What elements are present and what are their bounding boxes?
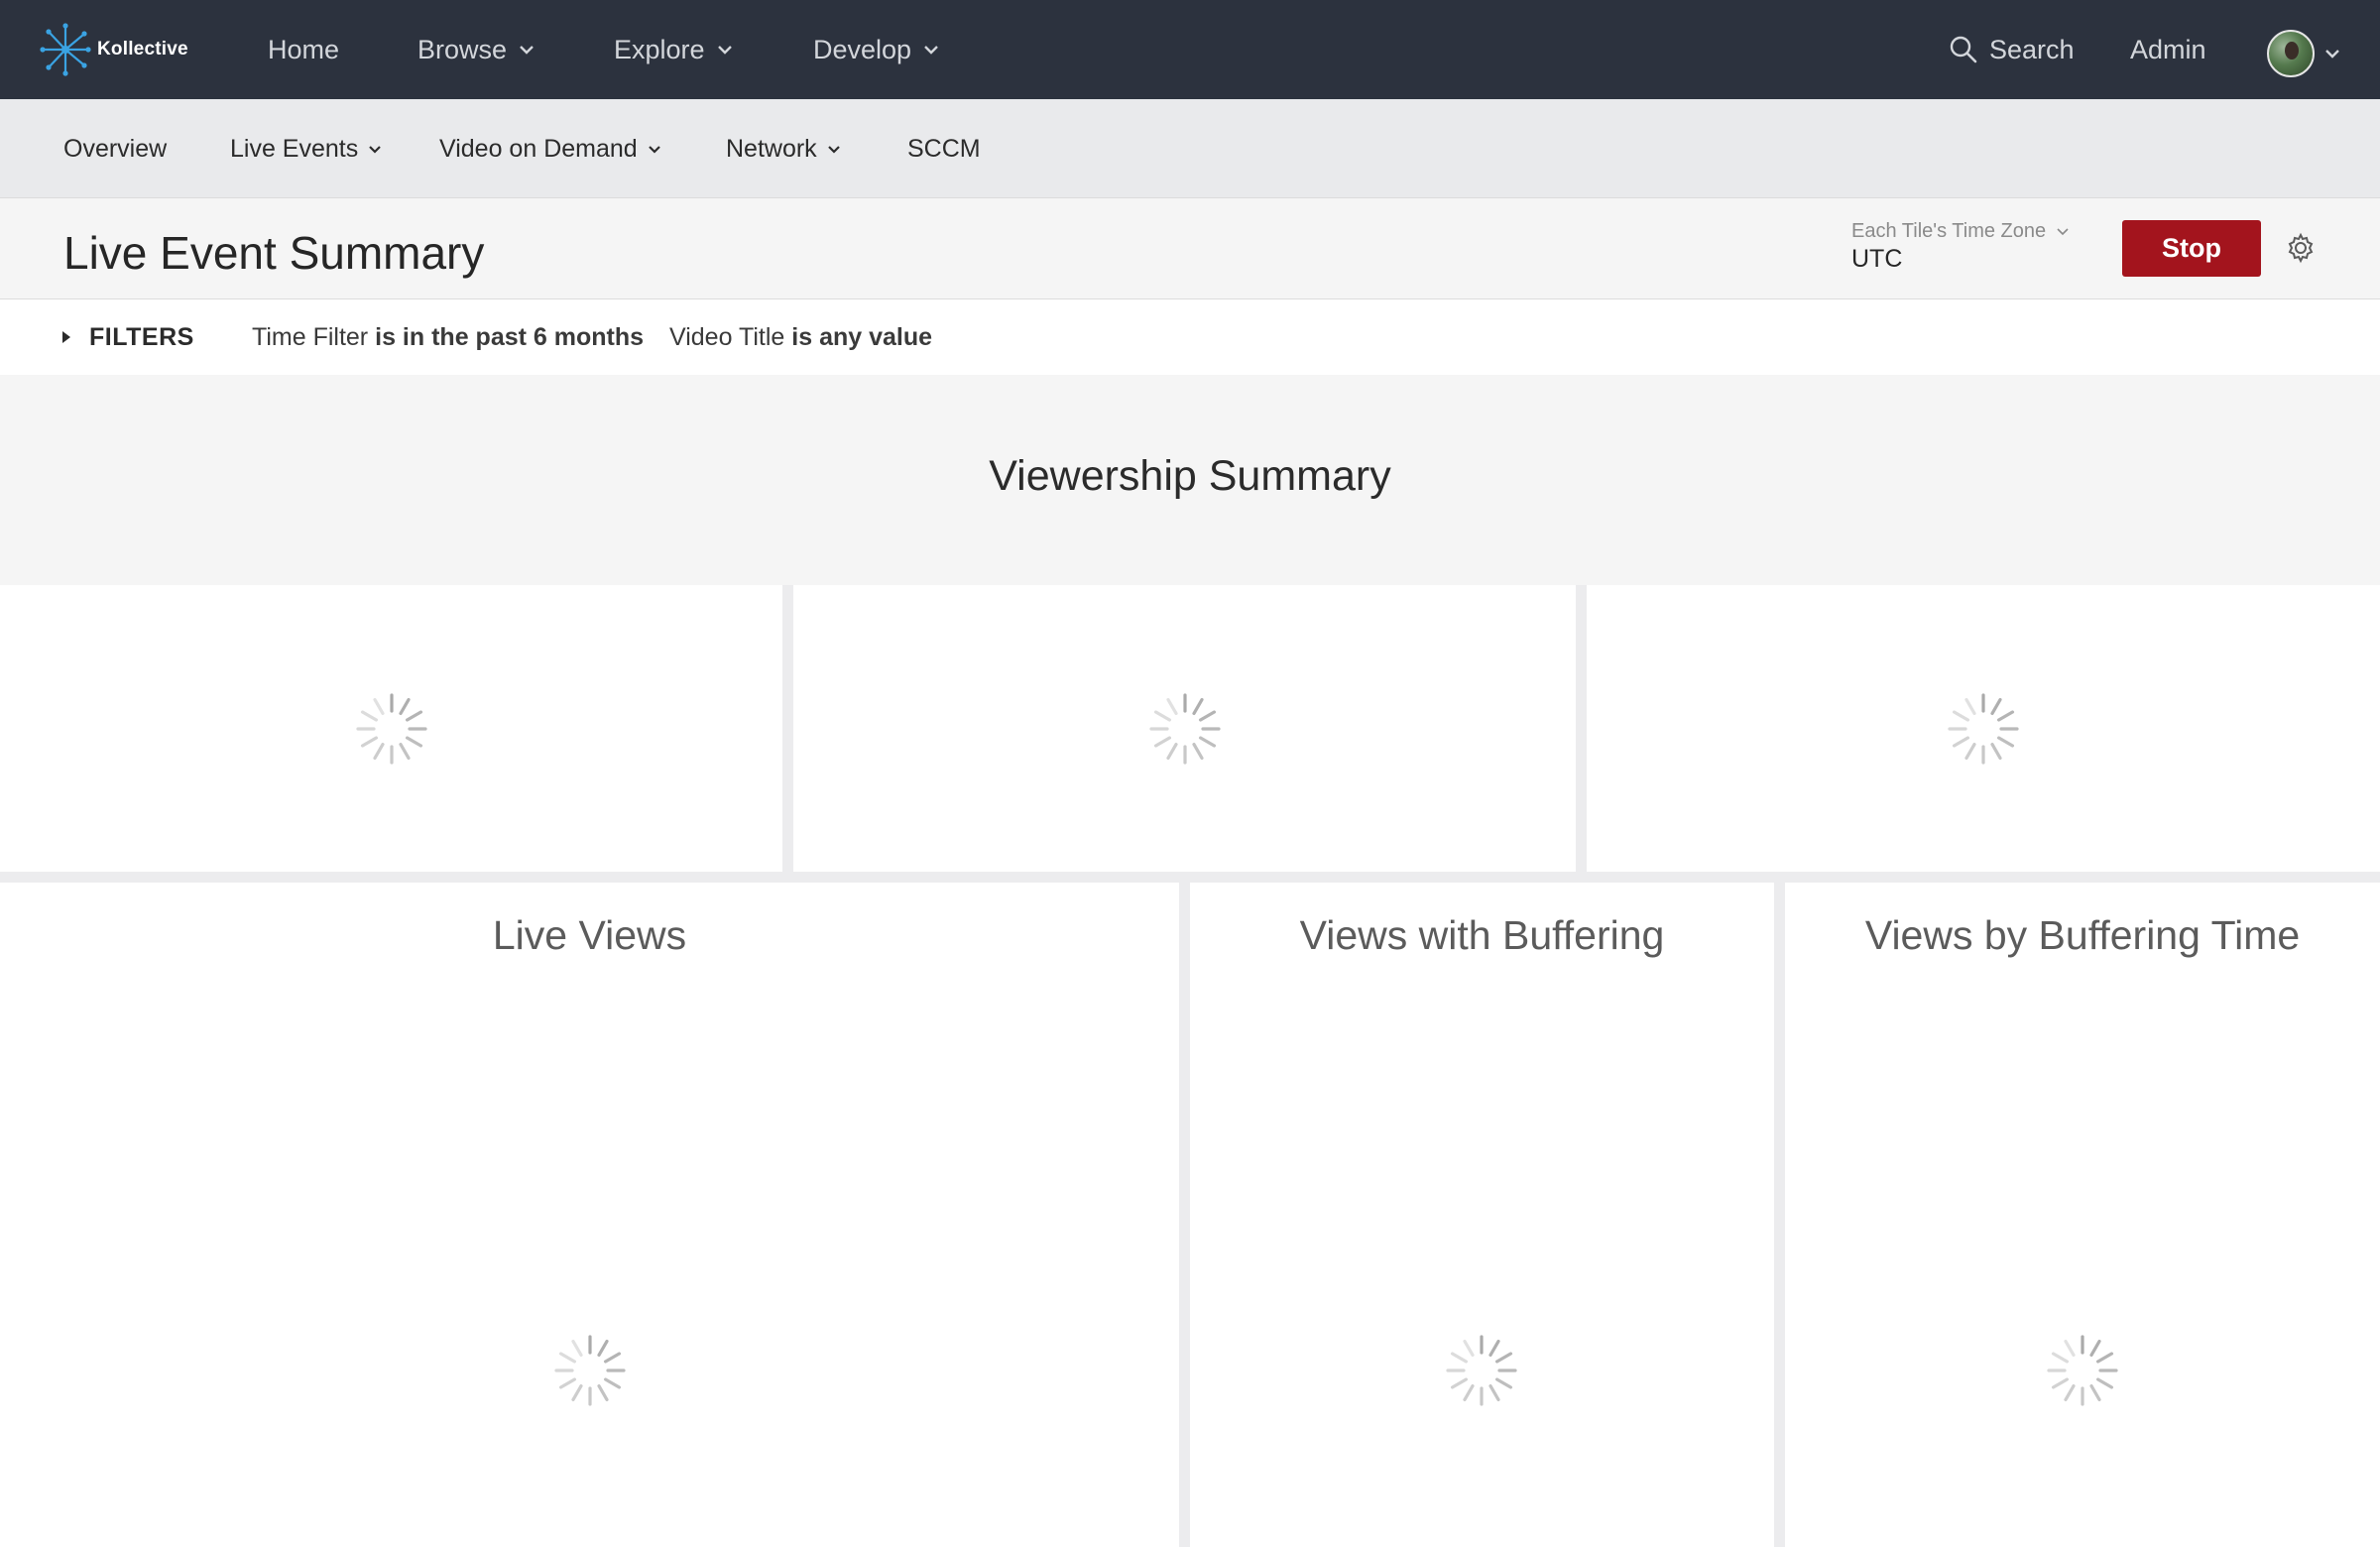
nav-develop-label: Develop xyxy=(813,34,912,64)
loading-spinner-icon xyxy=(1444,1333,1519,1408)
nav-browse[interactable]: Browse xyxy=(417,0,535,99)
nav-browse-label: Browse xyxy=(417,34,508,64)
gear-icon xyxy=(2288,232,2314,264)
top-nav-bar: Kollective Home Browse Explore Develop S… xyxy=(0,0,2380,99)
kpi-tile xyxy=(1587,585,2380,872)
timezone-label: Each Tile's Time Zone xyxy=(1851,220,2047,242)
live-views-tile: Live Views xyxy=(0,883,1179,1547)
nav-explore[interactable]: Explore xyxy=(614,0,733,99)
chevron-down-icon xyxy=(717,45,733,55)
filter-field: Video Title xyxy=(669,322,785,351)
nav-home-label: Home xyxy=(268,34,340,64)
chevron-down-icon xyxy=(519,45,535,55)
subnav-overview[interactable]: Overview xyxy=(63,99,167,198)
page-title: Live Event Summary xyxy=(63,227,485,279)
chevron-down-icon xyxy=(923,45,939,55)
filters-label: FILTERS xyxy=(89,322,194,351)
chevron-down-icon xyxy=(827,145,841,154)
nav-home[interactable]: Home xyxy=(268,0,339,99)
chevron-down-icon xyxy=(2324,49,2340,59)
subnav-overview-label: Overview xyxy=(63,134,168,163)
admin-link[interactable]: Admin xyxy=(2130,0,2206,99)
kpi-tile xyxy=(0,585,782,872)
viewership-summary-section: Viewership Summary xyxy=(0,375,2380,585)
search-icon xyxy=(1950,36,1977,63)
nav-explore-label: Explore xyxy=(614,34,705,64)
tile-title: Live Views xyxy=(492,912,687,958)
views-by-buffering-time-tile: Views by Buffering Time xyxy=(1785,883,2380,1547)
filter-video-title[interactable]: Video Title is any value xyxy=(669,299,932,375)
chevron-down-icon xyxy=(2056,227,2070,236)
admin-label: Admin xyxy=(2130,34,2206,64)
loading-spinner-icon xyxy=(354,691,429,767)
timezone-selector[interactable]: Each Tile's Time Zone UTC xyxy=(1851,220,2070,274)
subnav-sccm-label: SCCM xyxy=(907,134,981,163)
subnav-video-on-demand[interactable]: Video on Demand xyxy=(439,99,661,198)
nav-develop[interactable]: Develop xyxy=(813,0,939,99)
avatar xyxy=(2267,30,2315,77)
subnav-video-on-demand-label: Video on Demand xyxy=(439,134,638,163)
filter-time[interactable]: Time Filter is in the past 6 months xyxy=(252,299,644,375)
tile-title: Views by Buffering Time xyxy=(1864,912,2301,958)
sub-nav-bar: Overview Live Events Video on Demand Net… xyxy=(0,99,2380,198)
subnav-sccm[interactable]: SCCM xyxy=(907,99,981,198)
filter-condition: is in the past 6 months xyxy=(375,322,645,351)
timezone-value: UTC xyxy=(1851,245,1903,273)
brand-name: Kollective xyxy=(97,39,188,60)
search-label: Search xyxy=(1989,34,2075,64)
filters-bar: FILTERS Time Filter is in the past 6 mon… xyxy=(0,299,2380,375)
caret-right-icon xyxy=(61,330,71,344)
settings-button[interactable] xyxy=(2283,230,2319,266)
views-with-buffering-tile: Views with Buffering xyxy=(1190,883,1774,1547)
dashboard-header: Live Event Summary Each Tile's Time Zone… xyxy=(0,198,2380,299)
loading-spinner-icon xyxy=(1946,691,2021,767)
subnav-live-events[interactable]: Live Events xyxy=(230,99,382,198)
kpi-tile xyxy=(793,585,1576,872)
section-title: Viewership Summary xyxy=(989,452,1391,500)
loading-spinner-icon xyxy=(1147,691,1223,767)
stop-button[interactable]: Stop xyxy=(2122,220,2261,277)
filters-toggle[interactable]: FILTERS xyxy=(61,299,194,375)
chevron-down-icon xyxy=(648,145,661,154)
kollective-logo-icon xyxy=(40,23,91,76)
loading-spinner-icon xyxy=(552,1333,628,1408)
filter-condition: is any value xyxy=(791,322,933,351)
kollective-logo[interactable]: Kollective xyxy=(40,18,188,81)
subnav-network[interactable]: Network xyxy=(726,99,841,198)
user-menu[interactable] xyxy=(2267,30,2340,77)
tile-title: Views with Buffering xyxy=(1299,912,1665,958)
chevron-down-icon xyxy=(368,145,382,154)
loading-spinner-icon xyxy=(2045,1333,2120,1408)
subnav-network-label: Network xyxy=(726,134,817,163)
subnav-live-events-label: Live Events xyxy=(230,134,359,163)
search-button[interactable]: Search xyxy=(1950,0,2075,99)
filter-field: Time Filter xyxy=(252,322,369,351)
